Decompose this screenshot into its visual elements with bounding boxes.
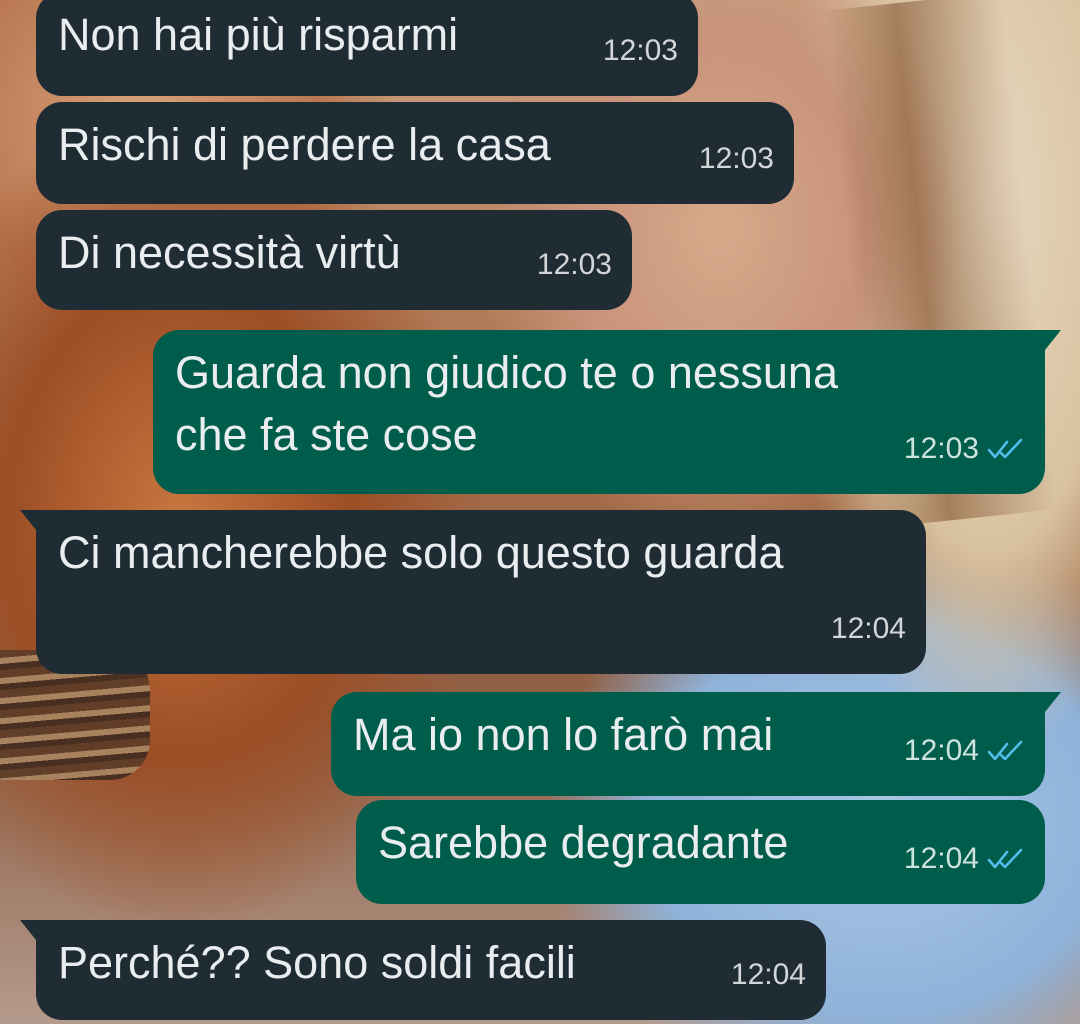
message-time: 12:04	[903, 842, 979, 875]
message-text: Non hai più risparmi	[58, 9, 459, 60]
message-bubble-outgoing[interactable]: Guarda non giudico te o nessuna che fa s…	[153, 330, 1061, 494]
message-time: 12:04	[730, 958, 806, 991]
message-meta: 12:03	[603, 20, 678, 82]
message-meta: 12:03	[699, 128, 774, 190]
message-text: Ci mancherebbe solo questo guarda	[58, 527, 784, 578]
message-meta: 12:03	[537, 234, 612, 296]
message-meta: 12:04	[831, 598, 906, 660]
message-bubble-incoming[interactable]: Rischi di perdere la casa 12:03	[36, 102, 794, 204]
message-meta: 12:04	[904, 720, 1025, 782]
message-text: Rischi di perdere la casa	[58, 119, 551, 170]
message-time: 12:04	[903, 734, 979, 767]
message-meta: 12:04	[731, 944, 806, 1006]
message-time: 12:03	[698, 142, 774, 175]
message-time: 12:04	[830, 612, 906, 645]
message-bubble-outgoing[interactable]: Ma io non lo farò mai 12:04	[331, 692, 1061, 796]
double-check-read-icon	[987, 438, 1023, 459]
message-time: 12:03	[903, 432, 979, 465]
message-bubble-incoming[interactable]: Perché?? Sono soldi facili 12:04	[20, 920, 826, 1020]
double-check-read-icon	[987, 740, 1023, 761]
message-text: Guarda non giudico te o nessuna che fa s…	[175, 347, 838, 460]
message-text: Di necessità virtù	[58, 227, 401, 278]
message-bubble-incoming[interactable]: Ci mancherebbe solo questo guarda 12:04	[20, 510, 926, 674]
message-time: 12:03	[602, 34, 678, 67]
double-check-read-icon	[987, 848, 1023, 869]
message-text: Perché?? Sono soldi facili	[58, 937, 576, 988]
message-meta: 12:04	[904, 828, 1025, 890]
message-bubble-outgoing[interactable]: Sarebbe degradante 12:04	[356, 800, 1045, 904]
message-bubble-incoming[interactable]: Di necessità virtù 12:03	[36, 210, 632, 310]
message-meta: 12:03	[904, 418, 1025, 480]
message-time: 12:03	[536, 248, 612, 281]
message-bubble-incoming[interactable]: Non hai più risparmi 12:03	[36, 0, 698, 96]
